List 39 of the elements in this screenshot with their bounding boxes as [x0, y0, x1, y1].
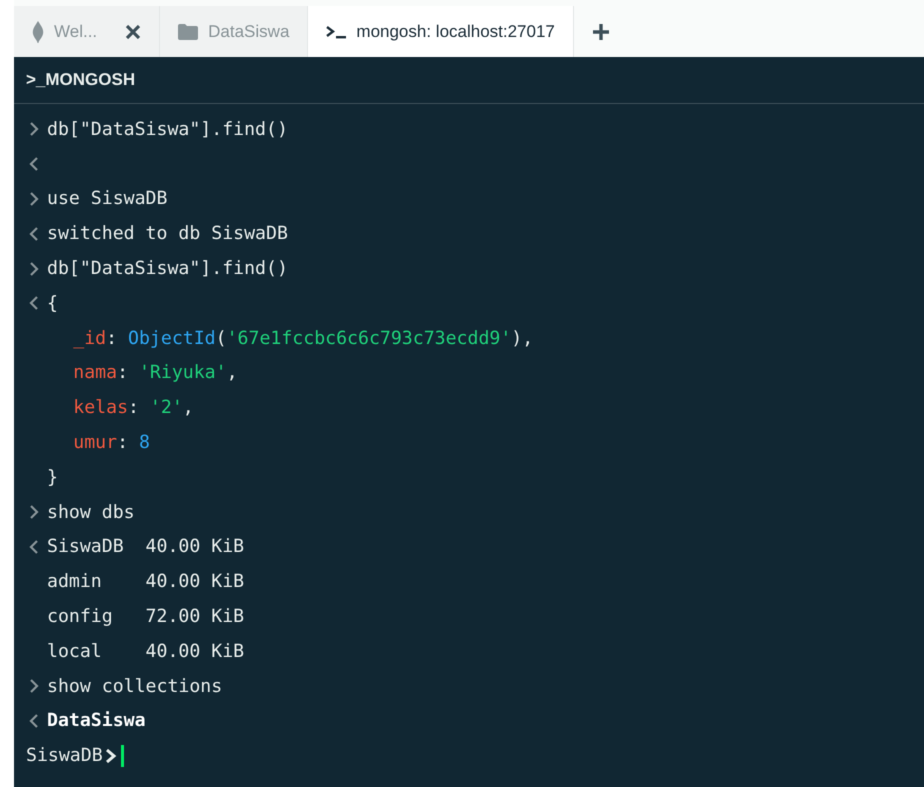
input-chevron-icon [29, 678, 39, 694]
output-text: umur: 8 [72, 430, 150, 455]
shell-title: >_MONGOSH [26, 69, 136, 92]
output-chevron-icon [29, 712, 39, 729]
input-chevron-icon [29, 504, 39, 520]
text-cursor [120, 744, 124, 767]
input-chevron-icon [29, 190, 39, 207]
output-text: local 40.00 KiB [47, 640, 244, 664]
output-chevron-icon [29, 226, 39, 242]
output-text: DataSiswa [47, 709, 146, 734]
output-text: } [47, 466, 58, 490]
terminal-icon [326, 24, 346, 40]
tab[interactable]: mongosh: localhost:27017 [308, 6, 574, 57]
output-chevron-icon [29, 538, 39, 555]
prompt-chevron-icon [104, 748, 117, 764]
output-text: nama: 'Riyuka', [72, 361, 238, 386]
output-text: config 72.00 KiB [47, 604, 244, 629]
output-text: _id: ObjectId('67e1fccbc6c6c793c73ecdd9'), [72, 326, 534, 351]
input-chevron-icon [29, 121, 39, 138]
tab[interactable]: Wel... [14, 6, 160, 57]
output-text: admin 40.00 KiB [47, 570, 244, 594]
output-chevron-icon [29, 295, 39, 312]
command-text: show dbs [47, 500, 135, 525]
plus-icon [592, 22, 610, 40]
command-text: show collections [47, 674, 222, 698]
close-icon[interactable] [125, 24, 142, 40]
command-text: db["DataSiswa"].find() [47, 118, 288, 142]
output-text: kelas: '2', [72, 396, 194, 420]
tab[interactable]: DataSiswa [160, 6, 308, 57]
command-text: use SiswaDB [47, 187, 168, 212]
command-text: db["DataSiswa"].find() [47, 256, 288, 281]
input-chevron-icon [29, 260, 39, 277]
folder-icon [178, 24, 198, 40]
output-text: { [47, 292, 58, 316]
output-text: SiswaDB 40.00 KiB [47, 535, 244, 560]
output-chevron-icon [29, 156, 39, 172]
prompt-text: SiswaDB [26, 744, 103, 768]
leaf-icon [32, 20, 44, 42]
output-text: switched to db SiswaDB [47, 222, 288, 246]
